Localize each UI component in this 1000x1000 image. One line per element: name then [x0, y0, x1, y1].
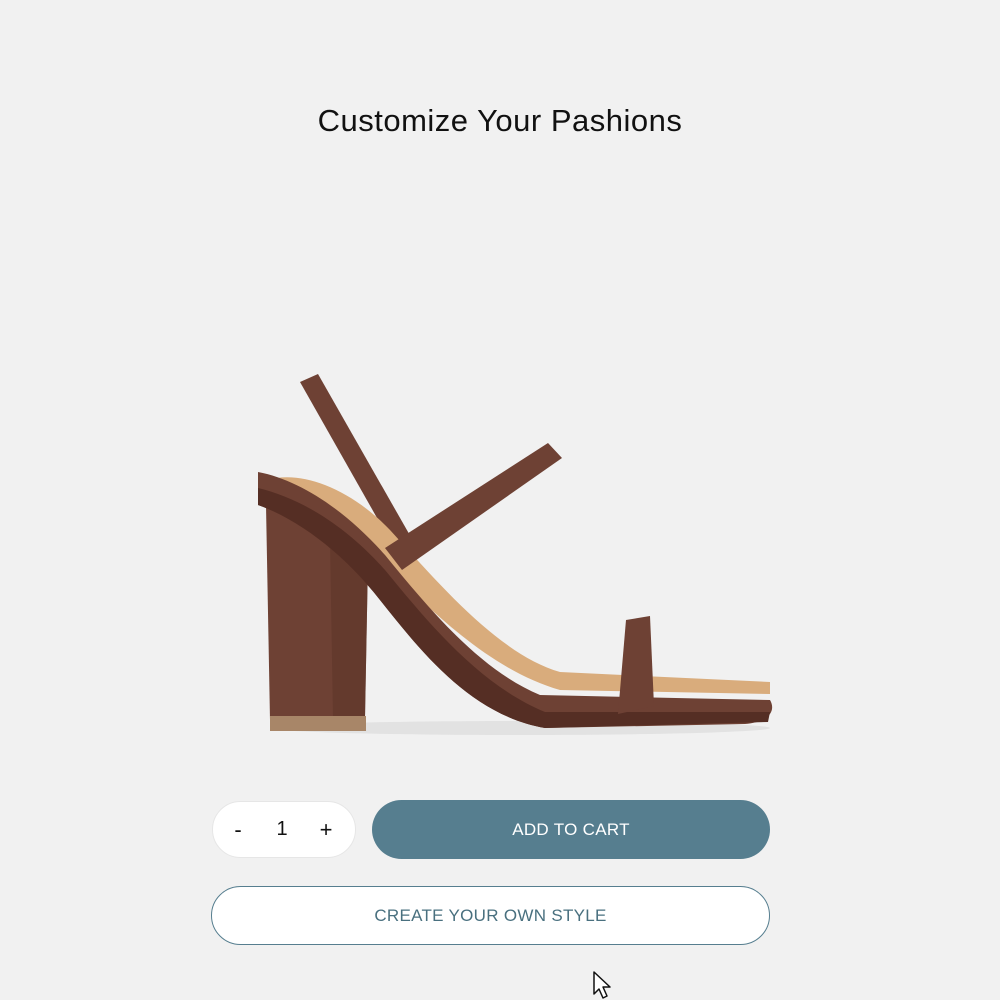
add-to-cart-button[interactable]: ADD TO CART: [372, 800, 770, 859]
product-image: [258, 374, 773, 735]
quantity-value[interactable]: 1: [262, 818, 302, 841]
ankle-strap: [385, 443, 562, 570]
toe-strap: [618, 616, 654, 714]
create-your-own-style-button[interactable]: CREATE YOUR OWN STYLE: [211, 886, 770, 945]
quantity-increment-button[interactable]: +: [311, 815, 341, 845]
quantity-decrement-button[interactable]: -: [223, 815, 253, 845]
product-page: Customize Your Pashions - 1 + ADD TO CAR…: [0, 0, 1000, 1000]
mouse-pointer-icon: [593, 971, 611, 999]
page-title: Customize Your Pashions: [317, 103, 683, 138]
quantity-stepper: - 1 +: [212, 801, 356, 858]
heel-tip: [270, 716, 366, 731]
